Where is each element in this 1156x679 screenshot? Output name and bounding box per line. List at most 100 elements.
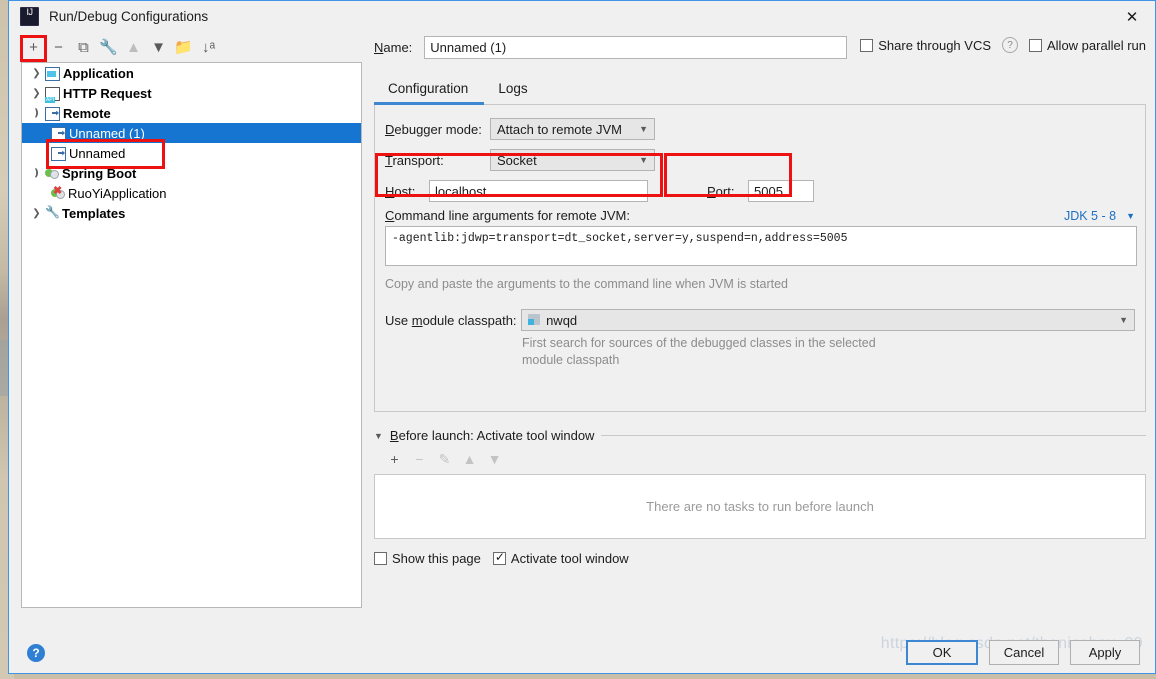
error-badge-icon: ✖ [53, 185, 63, 197]
host-input[interactable]: localhost [429, 180, 648, 202]
apply-button[interactable]: Apply [1070, 640, 1140, 665]
module-icon [528, 314, 541, 326]
move-task-up-button[interactable]: ▲ [457, 448, 482, 470]
jdk-version-label: JDK 5 - 8 [1063, 209, 1117, 223]
before-launch-title: Before launch: Activate tool window [389, 428, 595, 443]
tree-item-label: Templates [62, 205, 126, 221]
module-classpath-value: nwqd [546, 312, 578, 328]
port-label: Port: [707, 183, 735, 199]
copy-configuration-button[interactable]: ⧉ [71, 35, 96, 59]
module-classpath-hint-line2: module classpath [522, 353, 620, 367]
module-classpath-dropdown[interactable]: nwqd ▼ [521, 309, 1135, 331]
checkbox-box[interactable] [492, 550, 506, 565]
move-task-down-button[interactable]: ▼ [482, 448, 507, 470]
tree-item-label: Spring Boot [62, 165, 137, 181]
jvm-args-hint: Copy and paste the arguments to the comm… [385, 277, 788, 291]
wrench-icon [45, 205, 60, 220]
add-task-button[interactable]: + [382, 448, 407, 470]
name-label: Name: [374, 39, 413, 55]
tree-item-label: Unnamed (1) [69, 125, 145, 141]
close-icon[interactable]: ✕ [1109, 1, 1155, 32]
tree-item-application[interactable]: ❯ Application [22, 63, 361, 83]
tree-item-label: RuoYiApplication [68, 185, 167, 201]
debugger-mode-value: Attach to remote JVM [497, 121, 622, 137]
transport-value: Socket [497, 152, 537, 168]
checkbox-box[interactable] [1029, 38, 1042, 52]
edit-templates-button[interactable]: 🔧 [96, 35, 121, 59]
module-classpath-hint-line1: First search for sources of the debugged… [522, 336, 876, 350]
remove-task-button[interactable]: − [407, 448, 432, 470]
jdk-version-dropdown[interactable]: JDK 5 - 8 ▼ [1064, 209, 1135, 223]
configuration-panel: Debugger mode: Attach to remote JVM ▼ Tr… [374, 105, 1146, 412]
name-input[interactable]: Unnamed (1) [424, 35, 848, 59]
dialog-buttons: OK Cancel Apply [906, 640, 1140, 665]
bottom-checkboxes: Show this page Activate tool window [374, 550, 1146, 566]
tree-item-spring-boot[interactable]: ❫ Spring Boot [22, 163, 361, 183]
allow-parallel-run-checkbox[interactable]: Allow parallel run [1029, 38, 1146, 53]
remove-configuration-button[interactable]: − [46, 35, 71, 59]
name-row: Name: Unnamed (1) Share through VCS ? Al… [374, 34, 1146, 60]
spring-boot-error-icon: ✖ [51, 185, 65, 200]
share-through-vcs-label: Share through VCS [878, 37, 991, 53]
new-folder-button[interactable]: 📁 [171, 35, 196, 59]
move-up-button[interactable]: ▲ [121, 35, 146, 59]
before-launch-header[interactable]: ▼ Before launch: Activate tool window [374, 428, 1146, 443]
tab-configuration[interactable]: Configuration [374, 74, 485, 105]
help-icon[interactable]: ? [1002, 37, 1018, 53]
run-debug-configurations-dialog: Run/Debug Configurations ✕ + − ⧉ 🔧 ▲ ▼ 📁… [8, 0, 1156, 674]
tree-item-templates[interactable]: ❯ Templates [22, 203, 361, 223]
move-down-button[interactable]: ▼ [146, 35, 171, 59]
chevron-down-icon[interactable]: ❫ [28, 108, 45, 119]
transport-dropdown[interactable]: Socket ▼ [490, 149, 655, 171]
chevron-down-icon[interactable]: ▼ [374, 431, 383, 441]
port-input[interactable]: 5005 [748, 180, 814, 202]
tree-item-ruoyiapplication[interactable]: ✖ RuoYiApplication [22, 183, 361, 203]
show-this-page-checkbox[interactable]: Show this page [374, 551, 481, 566]
tree-item-label: HTTP Request [63, 85, 152, 101]
tree-item-remote[interactable]: ❫ Remote [22, 103, 361, 123]
tree-item-unnamed[interactable]: Unnamed [22, 143, 361, 163]
configurations-pane: + − ⧉ 🔧 ▲ ▼ 📁 ↓ᵃ ❯ Application ❯ HTTP Re… [21, 34, 362, 608]
allow-parallel-run-label: Allow parallel run [1047, 37, 1146, 53]
chevron-down-icon: ▼ [1119, 315, 1128, 325]
jvm-args-label: Command line arguments for remote JVM: [385, 208, 630, 223]
configuration-editor-pane: Name: Unnamed (1) Share through VCS ? Al… [374, 34, 1146, 566]
help-icon[interactable]: ? [27, 644, 45, 662]
title-bar: Run/Debug Configurations ✕ [9, 1, 1155, 32]
sort-alphabetically-button[interactable]: ↓ᵃ [196, 35, 221, 59]
tree-item-unnamed-1[interactable]: Unnamed (1) [22, 123, 361, 143]
application-icon [45, 66, 60, 81]
before-launch-toolbar: + − ✎ ▲ ▼ [374, 448, 1146, 470]
chevron-right-icon[interactable]: ❯ [28, 68, 45, 79]
ok-button[interactable]: OK [906, 640, 978, 665]
empty-task-message: There are no tasks to run before launch [646, 499, 874, 514]
tree-item-http-request[interactable]: ❯ HTTP Request [22, 83, 361, 103]
configurations-tree[interactable]: ❯ Application ❯ HTTP Request ❫ Remote Un… [21, 62, 362, 608]
edit-task-button[interactable]: ✎ [432, 448, 457, 470]
tab-logs[interactable]: Logs [484, 74, 543, 104]
chevron-down-icon[interactable]: ❫ [28, 168, 45, 179]
remote-icon [45, 106, 60, 121]
before-launch-task-list[interactable]: There are no tasks to run before launch [374, 474, 1146, 539]
checkbox-box[interactable] [374, 552, 387, 565]
cancel-button[interactable]: Cancel [989, 640, 1059, 665]
module-classpath-row: Use module classpath: nwqd ▼ [385, 309, 1135, 331]
debugger-mode-label: Debugger mode: [385, 121, 482, 137]
show-this-page-label: Show this page [392, 551, 481, 566]
top-checkboxes: Share through VCS ? Allow parallel run [860, 37, 1146, 53]
debugger-mode-dropdown[interactable]: Attach to remote JVM ▼ [490, 118, 655, 140]
activate-tool-window-label: Activate tool window [510, 551, 629, 566]
share-through-vcs-checkbox[interactable]: Share through VCS [860, 38, 991, 53]
add-configuration-button[interactable]: + [21, 35, 46, 59]
window-title: Run/Debug Configurations [49, 9, 209, 24]
host-port-row: Host: localhost Port: 5005 [385, 180, 1135, 202]
jvm-args-textarea[interactable]: -agentlib:jdwp=transport=dt_socket,serve… [385, 226, 1137, 266]
chevron-down-icon: ▼ [639, 124, 648, 134]
chevron-right-icon[interactable]: ❯ [28, 208, 45, 219]
activate-tool-window-checkbox[interactable]: Activate tool window [492, 550, 629, 566]
remote-icon [51, 146, 66, 161]
checkbox-box[interactable] [860, 38, 874, 52]
chevron-right-icon[interactable]: ❯ [28, 88, 45, 99]
section-divider [601, 435, 1146, 436]
tree-item-label: Remote [63, 105, 111, 121]
